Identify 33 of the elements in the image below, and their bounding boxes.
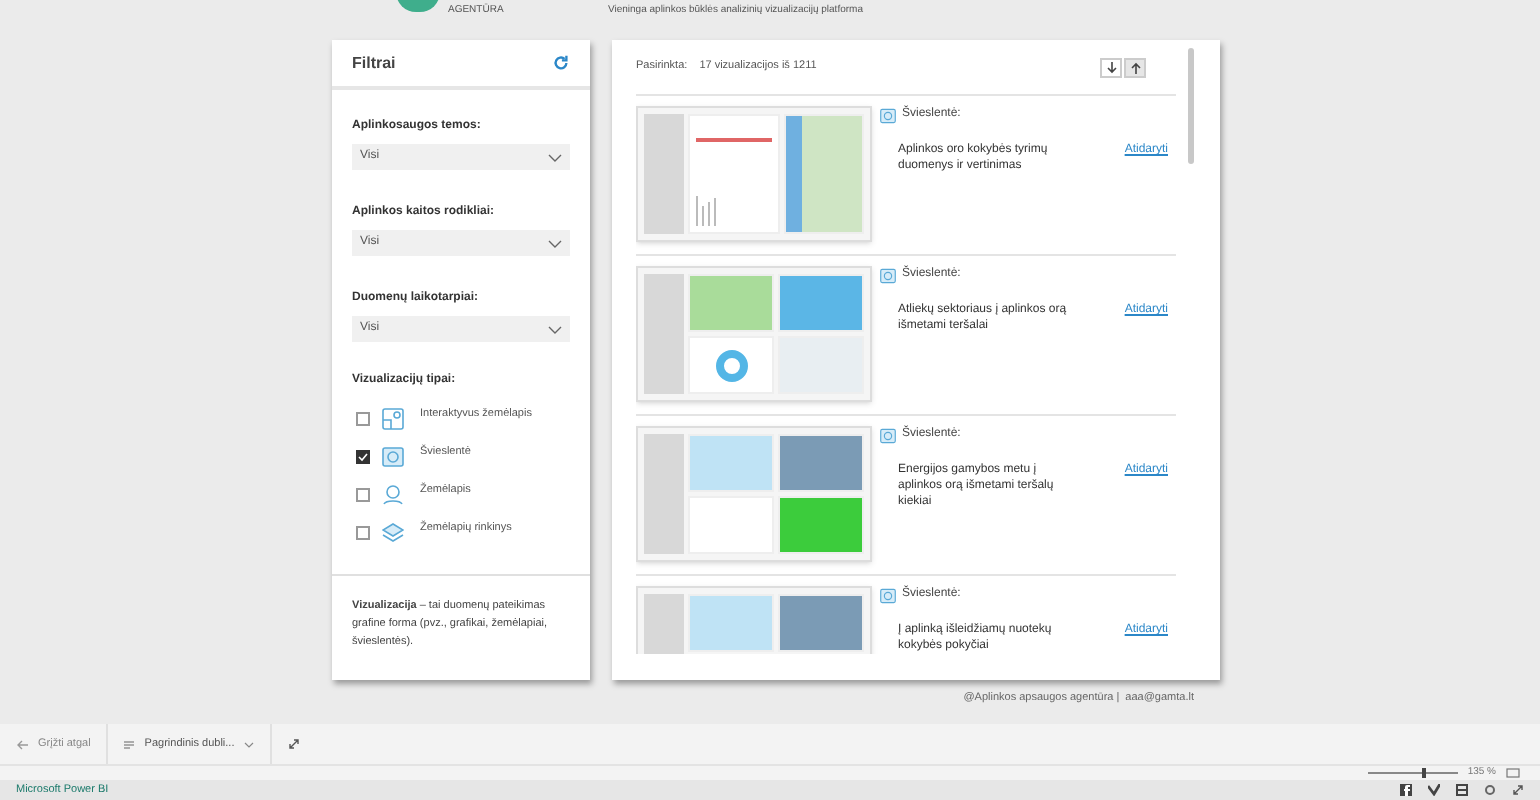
dashboard-icon xyxy=(880,427,896,443)
scrollbar-thumb[interactable] xyxy=(1188,48,1194,164)
filter-title: Filtrai xyxy=(352,51,396,75)
arrow-up-icon xyxy=(1129,61,1141,73)
chevron-down-icon xyxy=(548,325,562,333)
checkbox[interactable] xyxy=(356,488,370,502)
expand-icon[interactable] xyxy=(288,738,301,750)
checkbox[interactable] xyxy=(356,450,370,464)
chevron-down-icon xyxy=(548,239,562,247)
chevron-down-icon xyxy=(548,153,562,161)
dashboard-icon xyxy=(880,267,896,283)
facebook-icon[interactable] xyxy=(1400,784,1412,796)
map-pin-icon xyxy=(382,408,404,430)
zoom-slider-thumb[interactable] xyxy=(1421,768,1426,778)
fit-page-icon[interactable] xyxy=(1506,768,1520,778)
dashboard-thumbnail[interactable] xyxy=(636,426,872,562)
dashboard-thumbnail[interactable] xyxy=(636,266,872,402)
caret-icon xyxy=(244,741,255,747)
checkbox[interactable] xyxy=(356,526,370,540)
layers-icon xyxy=(382,522,404,544)
fullscreen-icon[interactable] xyxy=(1512,784,1524,796)
page-icon xyxy=(124,739,135,749)
arrow-down-icon xyxy=(1105,61,1117,73)
dashboard-thumbnail[interactable] xyxy=(636,106,872,242)
dashboard-icon xyxy=(880,587,896,603)
sort-down-button[interactable] xyxy=(1100,57,1122,77)
refresh-icon[interactable] xyxy=(552,54,570,72)
dashboard-icon xyxy=(880,107,896,123)
dashboard-icon xyxy=(382,446,404,468)
share-icon[interactable] xyxy=(1456,784,1468,796)
checkbox[interactable] xyxy=(356,412,370,426)
arrow-left-icon xyxy=(16,739,28,749)
sort-up-button[interactable] xyxy=(1124,57,1146,77)
